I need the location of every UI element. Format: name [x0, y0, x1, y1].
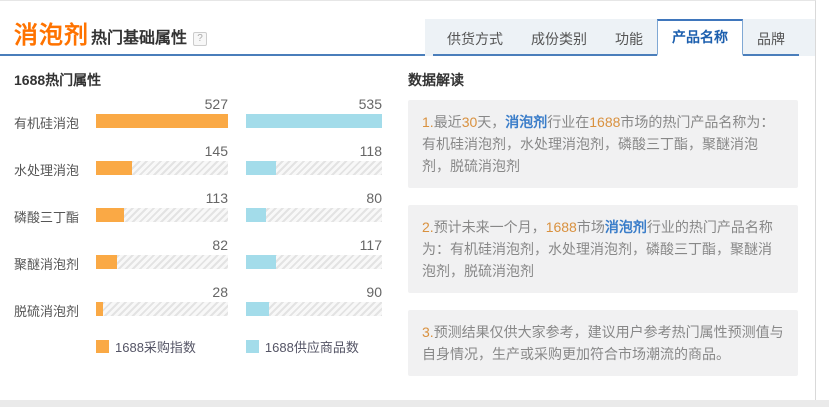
defoamer-trend-page: 消泡剂热门基础属性? 供货方式成份类别功能产品名称品牌 1688热门属性 有机硅…	[0, 0, 829, 407]
bar-fill	[96, 302, 103, 316]
text-segment: 1688	[546, 219, 577, 235]
chart-panel: 1688热门属性 有机硅消泡527 535 水处理消泡145 118 磷酸三丁酯113 8…	[14, 70, 382, 393]
bar-group-supply: 118	[246, 143, 382, 179]
text-segment: 最近	[434, 114, 462, 130]
value-label: 28	[96, 284, 228, 302]
value-label: 145	[96, 143, 228, 161]
title-rest: 热门基础属性	[91, 30, 187, 47]
text-segment: 1.	[422, 114, 434, 130]
legend-label: 1688供应商品数	[265, 337, 359, 356]
value-label: 113	[96, 190, 228, 208]
legend-item: 1688供应商品数	[246, 337, 359, 356]
interpretation-title: 数据解读	[408, 70, 798, 90]
bar-track	[246, 302, 382, 316]
bar-fill	[96, 208, 124, 222]
interp-box-3: 3.预测结果仅供大家参考，建议用户参考热门属性预测值与自身情况，生产或采购更加符…	[408, 310, 798, 376]
legend-swatch	[246, 340, 259, 353]
legend-item: 1688采购指数	[96, 337, 196, 356]
bar-track	[96, 161, 228, 175]
tab-0[interactable]: 供货方式	[433, 24, 517, 56]
chart-row: 磷酸三丁酯113 80	[14, 190, 382, 226]
bar-track	[96, 114, 228, 128]
text-segment: 行业在	[547, 114, 589, 130]
bar-track	[96, 255, 228, 269]
text-segment: 3.	[422, 324, 434, 340]
chart-legend: 1688采购指数 1688供应商品数	[14, 337, 382, 356]
text-segment: 预计未来一个月，	[434, 219, 546, 235]
content-panel: 消泡剂热门基础属性? 供货方式成份类别功能产品名称品牌 1688热门属性 有机硅…	[0, 0, 816, 400]
tab-3-active[interactable]: 产品名称	[657, 19, 743, 56]
text-segment: 30	[462, 114, 478, 130]
chart-row: 聚醚消泡剂82 117	[14, 237, 382, 273]
bar-group-supply: 80	[246, 190, 382, 226]
help-icon[interactable]: ?	[193, 32, 207, 46]
keyword-link[interactable]: 消泡剂	[505, 114, 547, 130]
text-segment: 市场	[577, 219, 605, 235]
text-segment: 天，	[477, 114, 505, 130]
interp-box-1: 1.最近30天，消泡剂行业在1688市场的热门产品名称为：有机硅消泡剂，水处理消…	[408, 100, 798, 188]
bar-track	[246, 255, 382, 269]
legend-label: 1688采购指数	[115, 337, 196, 356]
legend-swatch	[96, 340, 109, 353]
category-label: 聚醚消泡剂	[14, 237, 96, 273]
value-label: 535	[246, 96, 382, 114]
interp-box-2: 2.预计未来一个月，1688市场消泡剂行业的热门产品名称为：有机硅消泡剂，水处理…	[408, 205, 798, 293]
main-content: 1688热门属性 有机硅消泡527 535 水处理消泡145 118 磷酸三丁酯113 8…	[0, 56, 815, 393]
title-keyword: 消泡剂	[14, 22, 89, 49]
bar-fill	[246, 208, 266, 222]
chart-row: 有机硅消泡527 535	[14, 96, 382, 132]
bar-fill	[246, 161, 276, 175]
tab-2[interactable]: 功能	[601, 24, 657, 56]
bar-group-purchase: 28	[96, 284, 228, 320]
bar-fill	[246, 302, 269, 316]
value-label: 80	[246, 190, 382, 208]
page-title: 消泡剂热门基础属性?	[14, 15, 207, 50]
chart-row: 脱硫消泡剂28 90	[14, 284, 382, 320]
tab-4[interactable]: 品牌	[743, 24, 799, 56]
bar-fill	[96, 255, 117, 269]
text-segment: 1688	[589, 114, 620, 130]
value-label: 82	[96, 237, 228, 255]
bar-fill	[246, 255, 276, 269]
interpretation-boxes: 1.最近30天，消泡剂行业在1688市场的热门产品名称为：有机硅消泡剂，水处理消…	[408, 100, 798, 376]
bottom-strip	[0, 400, 829, 407]
bar-track	[246, 114, 382, 128]
bar-chart: 有机硅消泡527 535 水处理消泡145 118 磷酸三丁酯113 80 聚醚消泡剂82 1…	[14, 96, 382, 320]
chart-title: 1688热门属性	[14, 70, 382, 90]
interpretation-panel: 数据解读 1.最近30天，消泡剂行业在1688市场的热门产品名称为：有机硅消泡剂…	[408, 70, 798, 393]
bar-track	[246, 208, 382, 222]
chart-row: 水处理消泡145 118	[14, 143, 382, 179]
keyword-link[interactable]: 消泡剂	[605, 219, 647, 235]
category-label: 有机硅消泡	[14, 96, 96, 132]
bar-track	[96, 208, 228, 222]
text-segment: 2.	[422, 219, 434, 235]
bar-track	[246, 161, 382, 175]
category-label: 磷酸三丁酯	[14, 190, 96, 226]
value-label: 90	[246, 284, 382, 302]
bar-track	[96, 302, 228, 316]
tab-1[interactable]: 成份类别	[517, 24, 601, 56]
text-segment: 预测结果仅供大家参考，建议用户参考热门属性预测值与自身情况，生产或采购更加符合市…	[422, 324, 784, 362]
value-label: 118	[246, 143, 382, 161]
bar-group-supply: 117	[246, 237, 382, 273]
bar-group-purchase: 145	[96, 143, 228, 179]
page-header: 消泡剂热门基础属性? 供货方式成份类别功能产品名称品牌	[0, 1, 815, 56]
value-label: 527	[96, 96, 228, 114]
value-label: 117	[246, 237, 382, 255]
bar-fill	[96, 114, 228, 128]
bar-group-supply: 535	[246, 96, 382, 132]
bar-group-purchase: 527	[96, 96, 228, 132]
category-label: 水处理消泡	[14, 143, 96, 179]
bar-group-supply: 90	[246, 284, 382, 320]
bar-group-purchase: 82	[96, 237, 228, 273]
category-label: 脱硫消泡剂	[14, 284, 96, 320]
bar-fill	[246, 114, 382, 128]
category-tabs: 供货方式成份类别功能产品名称品牌	[425, 19, 815, 56]
bar-fill	[96, 161, 132, 175]
bar-group-purchase: 113	[96, 190, 228, 226]
